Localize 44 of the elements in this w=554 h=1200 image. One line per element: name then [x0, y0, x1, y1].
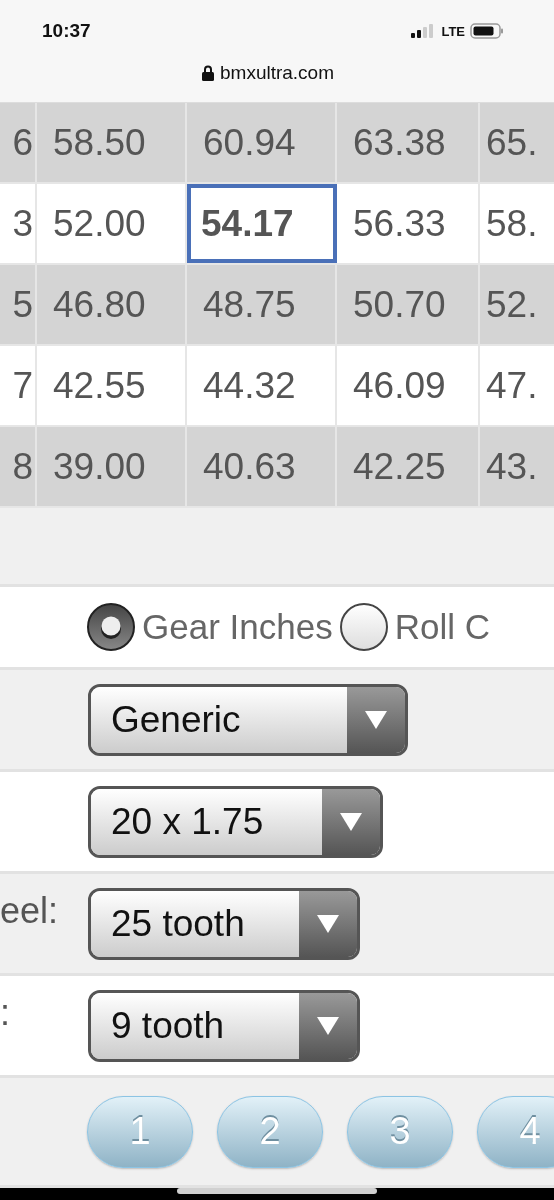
field-label: eel: — [0, 890, 59, 932]
table-cell: 42.25 — [337, 427, 480, 506]
table-cell: 3 — [0, 184, 37, 263]
table-cell-text: 58. — [485, 201, 539, 246]
caret-icon — [365, 710, 387, 729]
table-cell-text: 52. — [485, 282, 539, 327]
table-cell: 50.70 — [337, 265, 480, 344]
radio-option[interactable]: Gear Inches — [86, 602, 333, 652]
table-cell: 48.75 — [187, 265, 337, 344]
caret-icon — [340, 812, 362, 831]
table-cell-text: 43. — [485, 444, 539, 489]
table-cell: 40.63 — [187, 427, 337, 506]
table-cell: 58.50 — [37, 103, 187, 182]
dropdown[interactable]: 25 tooth — [88, 887, 360, 960]
table-cell: 56.33 — [337, 184, 480, 263]
clock-time: 10:37 — [42, 20, 91, 42]
field-label: : — [0, 992, 10, 1034]
lock-icon — [202, 65, 214, 81]
network-label: LTE — [441, 23, 465, 39]
table-cell-text: 47. — [485, 363, 539, 408]
table-cell: 46.09 — [337, 346, 480, 425]
table-cell: 44.32 — [187, 346, 337, 425]
caret-icon — [317, 1016, 339, 1035]
dropdown[interactable]: 9 tooth — [88, 989, 360, 1062]
radio-checked-icon[interactable] — [86, 602, 136, 652]
table-cell: 42.55 — [37, 346, 187, 425]
table-cell: 39.00 — [37, 427, 187, 506]
radio-unchecked-icon[interactable] — [338, 602, 389, 652]
table-cell: 7 — [0, 346, 37, 425]
table-cell: 46.80 — [37, 265, 187, 344]
dropdown[interactable]: 20 x 1.75 — [88, 785, 383, 858]
table-cell: 60.94 — [187, 103, 337, 182]
table-cell: 6 — [0, 103, 37, 182]
dropdown[interactable]: Generic — [88, 683, 408, 756]
highlighted-cell: 54.17 — [187, 184, 337, 263]
radio-option[interactable]: Roll C — [338, 602, 490, 652]
table-cell-text: 65. — [485, 120, 539, 165]
table-cell: 63.38 — [337, 103, 480, 182]
table-cell: 5 — [0, 265, 37, 344]
table-cell: 8 — [0, 427, 37, 506]
caret-icon — [317, 914, 339, 933]
battery-icon — [470, 23, 504, 39]
table-cell: 52.00 — [37, 184, 187, 263]
url-text[interactable]: bmxultra.com — [220, 62, 334, 84]
